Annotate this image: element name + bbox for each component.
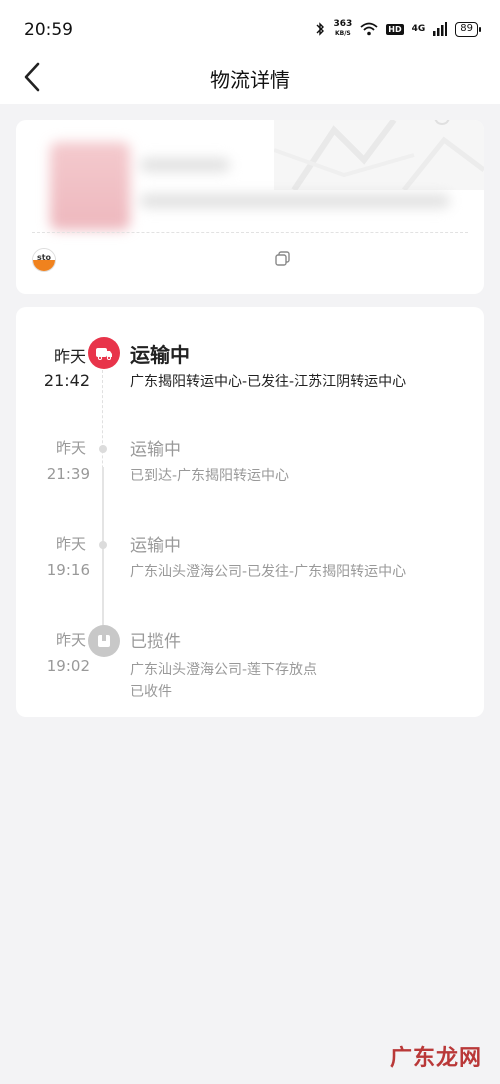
signal-icon <box>433 22 448 36</box>
package-card[interactable]: sto <box>16 120 484 294</box>
event-day: 昨天 <box>55 535 86 553</box>
event-time: 21:42 <box>43 371 90 390</box>
divider <box>32 232 468 233</box>
copy-button[interactable] <box>274 250 292 268</box>
carrier-logo: sto <box>32 248 56 272</box>
page-title: 物流详情 <box>210 68 290 92</box>
event-description: 已收件 <box>130 684 172 700</box>
dot-icon <box>99 445 107 453</box>
bluetooth-icon <box>316 22 325 36</box>
dot-icon <box>99 541 107 549</box>
timeline-line <box>102 467 104 637</box>
blurred-text <box>140 158 230 172</box>
speed-value: 363 <box>333 19 353 29</box>
speed-unit: KB/S <box>334 30 351 37</box>
blurred-text <box>140 194 450 208</box>
network-type: 4G <box>411 24 426 34</box>
tracking-card: 昨天 21:42 运输中 广东揭阳转运中心-已发往-江苏江阴转运中心 昨天 21… <box>16 307 484 717</box>
event-status: 运输中 <box>130 343 190 367</box>
event-day: 昨天 <box>53 347 86 366</box>
status-time: 20:59 <box>24 20 73 40</box>
event-time: 21:39 <box>46 465 90 483</box>
copy-icon <box>275 251 290 266</box>
event-description: 广东汕头澄海公司-莲下存放点 <box>130 662 318 678</box>
event-description: 广东揭阳转运中心-已发往-江苏江阴转运中心 <box>130 374 407 390</box>
event-time: 19:16 <box>46 561 90 579</box>
event-description: 广东汕头澄海公司-已发往-广东揭阳转运中心 <box>130 564 407 580</box>
blurred-product-info <box>30 138 470 238</box>
status-icons: 363 KB/S HD 4G 89 <box>315 20 481 38</box>
event-day: 昨天 <box>55 439 86 457</box>
network-speed: 363 KB/S <box>333 20 352 38</box>
event-status: 运输中 <box>130 536 181 556</box>
carrier-logo-text: sto <box>36 253 52 262</box>
truck-icon <box>88 337 120 369</box>
wifi-icon <box>360 22 378 36</box>
nav-bar: 物流详情 <box>0 58 500 104</box>
watermark-logo: 广东龙网 <box>389 1046 482 1071</box>
event-status: 运输中 <box>130 440 181 460</box>
event-status: 已揽件 <box>130 632 181 652</box>
event-description: 已到达-广东揭阳转运中心 <box>130 468 290 484</box>
product-thumbnail <box>50 142 130 230</box>
status-bar: 20:59 363 KB/S HD 4G 89 <box>0 0 500 58</box>
battery-indicator: 89 <box>455 21 481 37</box>
parcel-icon <box>88 625 120 657</box>
event-day: 昨天 <box>55 631 86 649</box>
hd-badge: HD <box>386 23 404 35</box>
event-time: 19:02 <box>46 657 90 675</box>
